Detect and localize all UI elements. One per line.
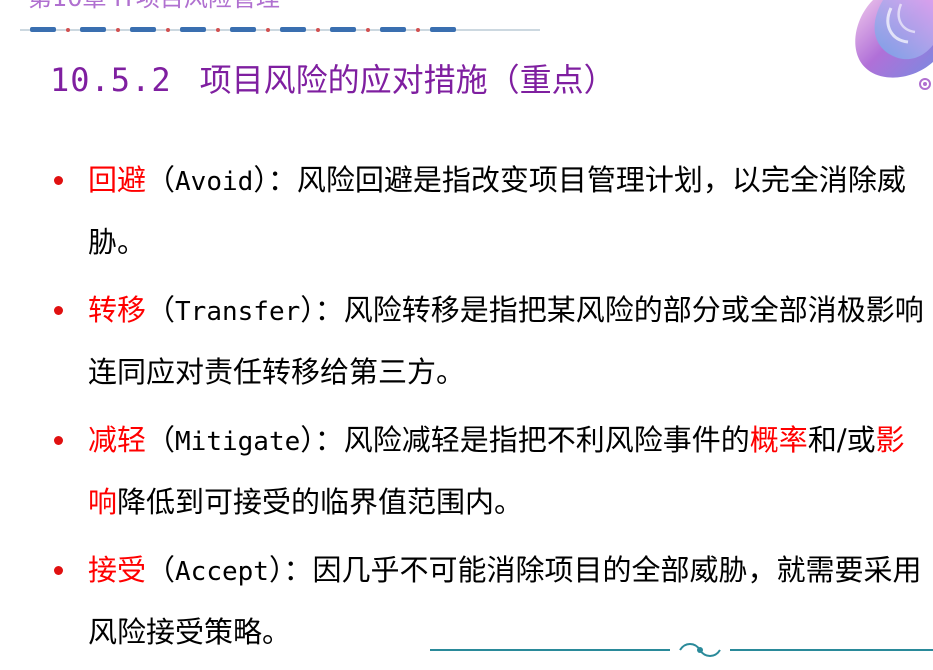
- strategy-term: 减轻: [88, 423, 147, 457]
- bottom-divider: [430, 643, 933, 657]
- list-item: 减轻（Mitigate）：风险减轻是指把不利风险事件的概率和/或影响降低到可接受…: [48, 410, 928, 532]
- bullet-dot-icon: [54, 176, 63, 185]
- strategy-term: 接受: [88, 553, 147, 587]
- strategy-english: Accept: [175, 557, 269, 587]
- strategy-description-end: 降低到可接受的临界值范围内。: [117, 485, 524, 519]
- section-number: 10.5.2: [50, 61, 172, 99]
- strategy-english: Transfer: [175, 297, 301, 327]
- strategy-english: Mitigate: [175, 427, 301, 457]
- decorative-swirl-icon: [855, 0, 933, 90]
- slide-title: 10.5.2 项目风险的应对措施（重点）: [50, 54, 616, 106]
- paren-open: （: [146, 163, 176, 197]
- strategy-term: 转移: [88, 293, 147, 327]
- list-item: 转移（Transfer）：风险转移是指把某风险的部分或全部消极影响连同应对责任转…: [48, 280, 928, 402]
- paren-close: ）：: [268, 553, 313, 587]
- list-item: 回避（Avoid）：风险回避是指改变项目管理计划，以完全消除威胁。: [48, 150, 928, 272]
- dashed-divider: [20, 27, 540, 32]
- paren-close: ）：: [300, 423, 344, 457]
- strategy-english: Avoid: [175, 167, 254, 197]
- paren-open: （: [146, 423, 176, 457]
- bullet-dot-icon: [54, 436, 63, 445]
- strategy-term: 回避: [88, 163, 147, 197]
- paren-close: ）：: [253, 163, 297, 197]
- section-title: 项目风险的应对措施（重点）: [199, 61, 616, 99]
- highlight-probability: 概率: [749, 423, 808, 457]
- paren-open: （: [146, 553, 176, 587]
- paren-close: ）：: [300, 293, 344, 327]
- strategy-description-cont: 和/或: [807, 423, 876, 457]
- strategy-description: 风险减轻是指把不利风险事件的: [343, 423, 750, 457]
- strategy-list: 回避（Avoid）：风险回避是指改变项目管理计划，以完全消除威胁。 转移（Tra…: [48, 150, 928, 670]
- paren-open: （: [146, 293, 176, 327]
- bullet-dot-icon: [54, 566, 63, 575]
- bullet-dot-icon: [54, 306, 63, 315]
- chapter-header: 第10章 IT项目风险管理: [28, 0, 280, 12]
